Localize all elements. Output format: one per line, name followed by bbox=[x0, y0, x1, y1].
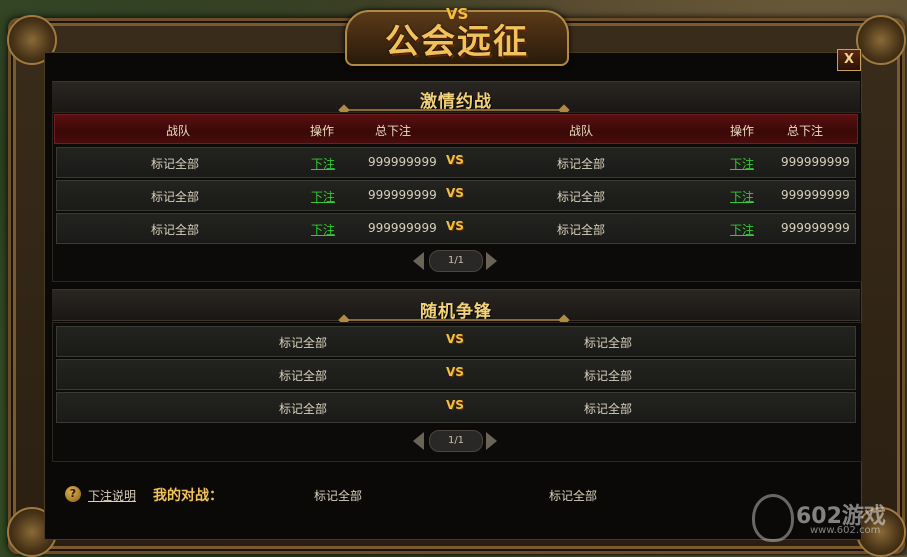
my-battle-label: 我的对战： bbox=[153, 488, 223, 504]
table-row: 标记全部 下注 999999999 VS 标记全部 下注 999999999 bbox=[56, 213, 856, 244]
total-bet: 999999999 bbox=[781, 221, 850, 235]
bet-link[interactable]: 下注 bbox=[730, 188, 754, 205]
my-team-a: 标记全部 bbox=[314, 489, 363, 503]
brand-logo-icon bbox=[752, 494, 794, 542]
vs-label: VS bbox=[446, 365, 464, 379]
vs-label: VS bbox=[446, 186, 464, 200]
table-header-row: 战队 操作 总下注 战队 操作 总下注 bbox=[54, 114, 858, 144]
total-bet: 999999999 bbox=[781, 155, 850, 169]
bet-link[interactable]: 下注 bbox=[730, 221, 754, 238]
team-a: 标记全部 bbox=[151, 223, 200, 237]
team-b: 标记全部 bbox=[584, 402, 633, 416]
prev-page-arrow-icon[interactable] bbox=[413, 432, 424, 450]
next-page-arrow-icon[interactable] bbox=[486, 252, 497, 270]
header-action: 操作 bbox=[310, 124, 335, 138]
table-row: 标记全部 VS 标记全部 bbox=[56, 326, 856, 357]
my-team-b: 标记全部 bbox=[549, 489, 598, 503]
team-b: 标记全部 bbox=[584, 336, 633, 350]
frame-corner-ornament bbox=[856, 15, 906, 65]
total-bet: 999999999 bbox=[368, 155, 437, 169]
vs-label: VS bbox=[446, 153, 464, 167]
next-page-arrow-icon[interactable] bbox=[486, 432, 497, 450]
close-button[interactable]: X bbox=[837, 49, 861, 71]
title-ornament bbox=[344, 95, 564, 111]
total-bet: 999999999 bbox=[368, 188, 437, 202]
bet-rules-link[interactable]: 下注说明 bbox=[88, 487, 136, 504]
vs-label: VS bbox=[446, 332, 464, 346]
header-team: 战队 bbox=[166, 124, 191, 138]
question-icon[interactable]: ? bbox=[65, 486, 81, 502]
bet-link[interactable]: 下注 bbox=[730, 155, 754, 172]
header-total: 总下注 bbox=[787, 124, 824, 138]
bet-link[interactable]: 下注 bbox=[311, 155, 335, 172]
team-a: 标记全部 bbox=[279, 402, 328, 416]
header-action: 操作 bbox=[730, 124, 755, 138]
page-indicator: 1/1 bbox=[429, 250, 483, 272]
total-bet: 999999999 bbox=[368, 221, 437, 235]
vs-label: VS bbox=[446, 219, 464, 233]
table-row: 标记全部 下注 999999999 VS 标记全部 下注 999999999 bbox=[56, 180, 856, 211]
bet-link[interactable]: 下注 bbox=[311, 188, 335, 205]
team-a: 标记全部 bbox=[279, 336, 328, 350]
team-b: 标记全部 bbox=[557, 157, 606, 171]
prev-page-arrow-icon[interactable] bbox=[413, 252, 424, 270]
vs-label: VS bbox=[446, 398, 464, 412]
header-team: 战队 bbox=[569, 124, 594, 138]
watermark-url: www.602.com bbox=[810, 525, 881, 536]
pagination-challenge: 1/1 bbox=[413, 250, 497, 272]
header-total: 总下注 bbox=[375, 124, 412, 138]
team-b: 标记全部 bbox=[557, 190, 606, 204]
team-b: 标记全部 bbox=[584, 369, 633, 383]
pagination-random: 1/1 bbox=[413, 430, 497, 452]
total-bet: 999999999 bbox=[781, 188, 850, 202]
vs-label: VS bbox=[446, 5, 469, 23]
table-row: 标记全部 VS 标记全部 bbox=[56, 359, 856, 390]
table-row: 标记全部 VS 标记全部 bbox=[56, 392, 856, 423]
team-b: 标记全部 bbox=[557, 223, 606, 237]
team-a: 标记全部 bbox=[151, 157, 200, 171]
team-a: 标记全部 bbox=[279, 369, 328, 383]
team-a: 标记全部 bbox=[151, 190, 200, 204]
page-indicator: 1/1 bbox=[429, 430, 483, 452]
title-ornament bbox=[344, 305, 564, 321]
table-row: 标记全部 下注 999999999 VS 标记全部 下注 999999999 bbox=[56, 147, 856, 178]
watermark: 602游戏 www.602.com bbox=[752, 492, 900, 542]
bet-link[interactable]: 下注 bbox=[311, 221, 335, 238]
